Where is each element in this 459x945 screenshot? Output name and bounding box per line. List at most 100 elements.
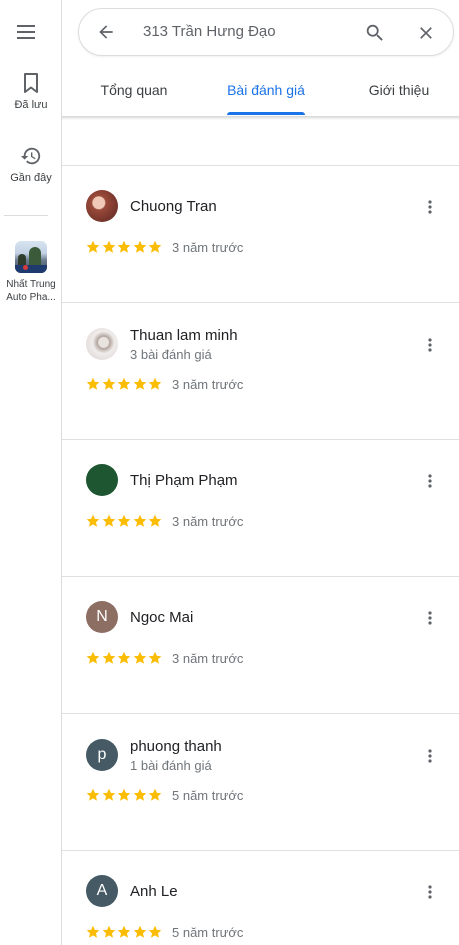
reviewer-name[interactable]: Ngoc Mai [130,609,193,626]
more-vert-icon [428,474,432,488]
arrow-back-icon [99,25,113,39]
reviewer-name[interactable]: phuong thanh [130,738,222,755]
tab-reviews[interactable]: Bài đánh giá [216,64,316,116]
more-options-button[interactable] [418,469,442,493]
tab-overview[interactable]: Tổng quan [78,64,190,116]
star-icon [133,240,146,253]
reviewer-name[interactable]: Thuan lam minh [130,327,238,344]
rail-recent-place[interactable]: Nhất Trung Auto Pha... [0,241,62,304]
star-icon [148,377,162,390]
place-panel: Tổng quan Bài đánh giá Giới thiệu Chuong… [62,0,459,945]
bookmark-icon [24,73,38,93]
more-vert-icon [428,338,432,352]
more-vert-icon [428,885,432,899]
review-item: A Anh Le 5 năm trước [62,851,459,945]
star-icon [117,240,131,253]
review-item: Thuan lam minh 3 bài đánh giá 3 năm trước [62,303,459,440]
reviewer-review-count: 1 bài đánh giá [130,758,212,773]
star-icon [117,925,131,938]
reviewer-avatar[interactable]: N [86,601,118,633]
history-icon [20,147,41,165]
rail-recent[interactable]: Gần đây [0,145,62,184]
more-options-button[interactable] [418,606,442,630]
star-icon [117,514,131,527]
search-input[interactable] [143,23,353,40]
star-icon [117,651,131,664]
review-date: 3 năm trước [172,240,244,255]
review-date: 3 năm trước [172,514,244,529]
place-thumbnail [15,241,47,273]
star-icon [148,788,162,801]
review-date: 3 năm trước [172,651,244,666]
star-rating [86,376,164,392]
search-button[interactable] [363,21,387,45]
search-box [78,8,454,56]
star-icon [117,788,131,801]
close-icon [420,27,432,39]
more-options-button[interactable] [418,744,442,768]
star-icon [148,514,162,527]
avatar-initial: N [96,608,108,625]
star-icon [117,377,131,390]
star-icon [133,514,146,527]
star-rating [86,650,164,666]
tab-bar-shadow [62,116,459,120]
star-icon [86,925,100,938]
star-icon [102,651,115,664]
more-options-button[interactable] [418,195,442,219]
tab-bar: Tổng quan Bài đánh giá Giới thiệu [62,64,459,116]
reviewer-avatar[interactable] [86,328,118,360]
rail-recent-label: Gần đây [10,172,52,184]
reviewer-avatar[interactable]: A [86,875,118,907]
rail-saved[interactable]: Đã lưu [0,72,62,111]
rail-saved-label: Đã lưu [14,99,48,111]
star-icon [86,651,100,664]
reviewer-review-count: 3 bài đánh giá [130,347,212,362]
star-icon [102,925,115,938]
reviewer-name[interactable]: Chuong Tran [130,198,217,215]
star-icon [133,651,146,664]
reviewer-avatar[interactable]: p [86,739,118,771]
star-icon [102,788,115,801]
recent-place-label: Nhất Trung Auto Pha... [6,279,56,303]
review-item: N Ngoc Mai 3 năm trước [62,577,459,714]
star-icon [102,514,115,527]
star-rating [86,787,164,803]
star-icon [102,377,115,390]
more-vert-icon [428,749,432,763]
star-rating [86,513,164,529]
more-options-button[interactable] [418,880,442,904]
star-rating [86,239,164,255]
search-icon [366,24,383,41]
review-date: 5 năm trước [172,788,244,803]
review-date: 3 năm trước [172,377,244,392]
more-options-button[interactable] [418,333,442,357]
avatar-initial: A [96,882,108,899]
menu-icon [17,25,35,39]
reviewer-avatar[interactable] [86,190,118,222]
menu-button[interactable] [14,20,38,44]
star-icon [86,377,100,390]
clear-search-button[interactable] [414,21,438,45]
more-vert-icon [428,200,432,214]
review-item: p phuong thanh 1 bài đánh giá 5 năm trước [62,714,459,851]
avatar-initial: p [97,746,107,763]
left-rail: Đã lưu Gần đây Nhất Trung Auto Pha... [0,0,62,945]
reviewer-name[interactable]: Thị Phạm Phạm [130,472,238,489]
star-icon [148,651,162,664]
active-tab-indicator [227,112,305,115]
reviewer-name[interactable]: Anh Le [130,883,178,900]
star-icon [133,377,146,390]
star-icon [148,240,162,253]
star-icon [86,240,100,253]
tab-about[interactable]: Giới thiệu [344,64,454,116]
rail-divider [4,215,48,216]
star-rating [86,924,164,940]
back-button[interactable] [94,20,118,44]
review-item: Thị Phạm Phạm 3 năm trước [62,440,459,577]
reviewer-avatar[interactable] [86,464,118,496]
star-icon [86,788,100,801]
star-icon [102,240,115,253]
star-icon [133,788,146,801]
star-icon [86,514,100,527]
